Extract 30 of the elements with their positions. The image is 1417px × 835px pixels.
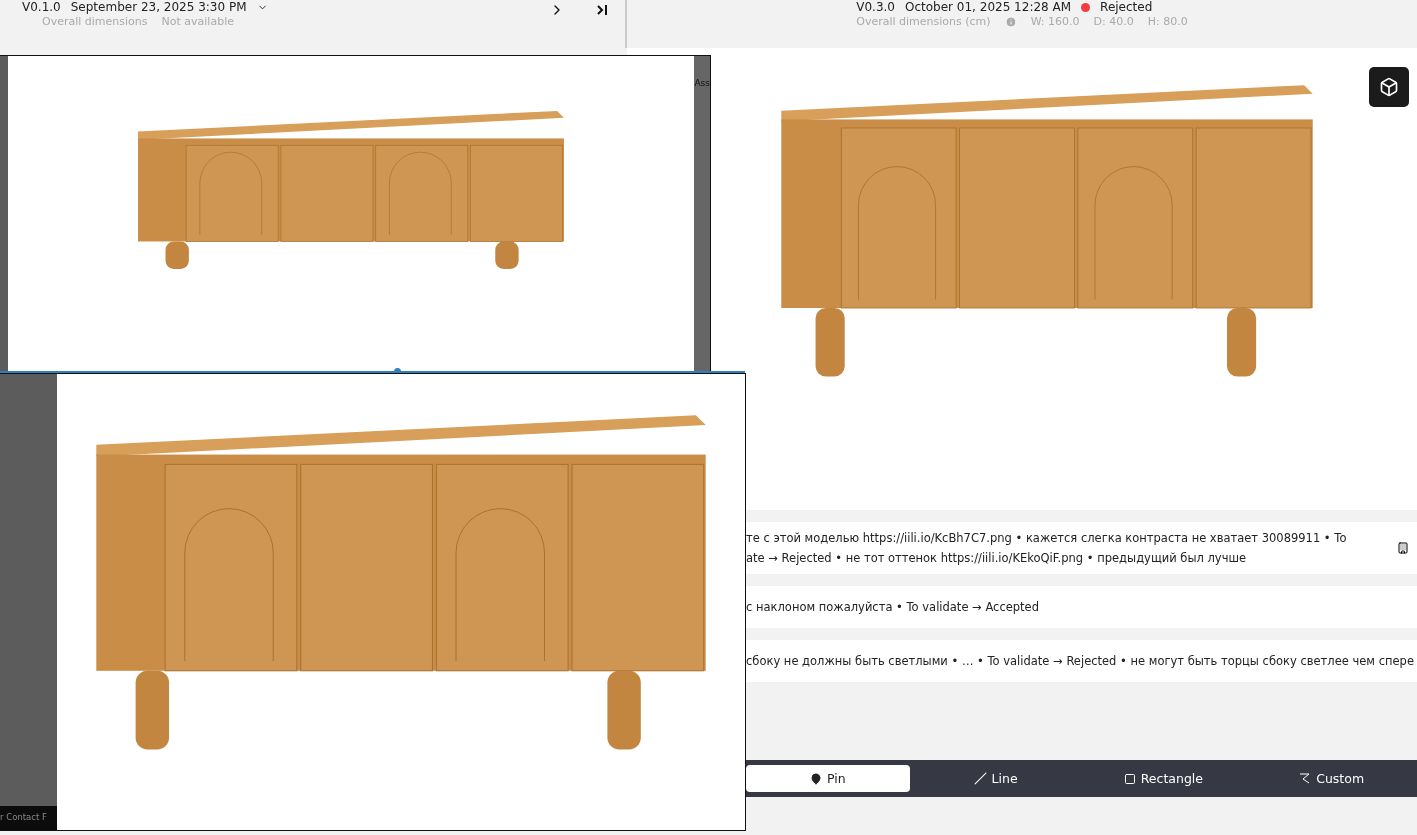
pin-icon [810, 772, 823, 785]
building-icon [1397, 542, 1409, 554]
version-label: V0.1.0 [22, 0, 61, 14]
dimensions-label: Overall dimensions (cm) [856, 15, 991, 28]
comment-text: с наклоном пожалуйста • To validate → Accepted [746, 599, 1039, 616]
square-icon [1123, 772, 1136, 785]
version-date: September 23, 2025 3:30 PM [70, 0, 247, 14]
comment-text: те с этой моделью https://iili.io/KcBh7C7.png • кажется слегка контраста не хватает 30089911 • To ate → Rejected • не тот оттенок https://iili.io/KEkoQiF.png • предыдущий был лучше [746, 530, 1347, 567]
comment-text: сбоку не должны быть светлыми • … • To validate → Rejected • не могут быть торцы сбоку светлее чем спере [746, 653, 1414, 670]
footer-text: r Contact F [0, 806, 57, 830]
tool-tab[interactable]: Pin [746, 765, 910, 792]
dimensions-value: Not available [161, 15, 234, 28]
tool-tab[interactable]: Line [913, 765, 1078, 792]
dimension-value: H: 80.0 [1147, 15, 1188, 28]
status-dot [1081, 2, 1091, 12]
dimension-value: D: 40.0 [1093, 15, 1134, 28]
skip-end-icon [595, 2, 609, 18]
status-label: Rejected [1100, 0, 1153, 14]
dimension-value: W: 160.0 [1030, 15, 1080, 28]
version-label: V0.3.0 [856, 0, 895, 14]
side-label: Ass [694, 78, 710, 88]
version-date: October 01, 2025 12:28 AM [905, 0, 1072, 14]
dimensions-label: Overall dimensions [42, 15, 148, 28]
3d-view-button[interactable] [1369, 67, 1409, 107]
line-icon [973, 772, 987, 785]
tool-tab[interactable]: Custom [1249, 765, 1413, 792]
last-button[interactable] [595, 2, 609, 18]
pen-icon [1298, 772, 1312, 785]
tool-tab[interactable]: Rectangle [1081, 765, 1246, 792]
cube-icon [1379, 77, 1399, 97]
